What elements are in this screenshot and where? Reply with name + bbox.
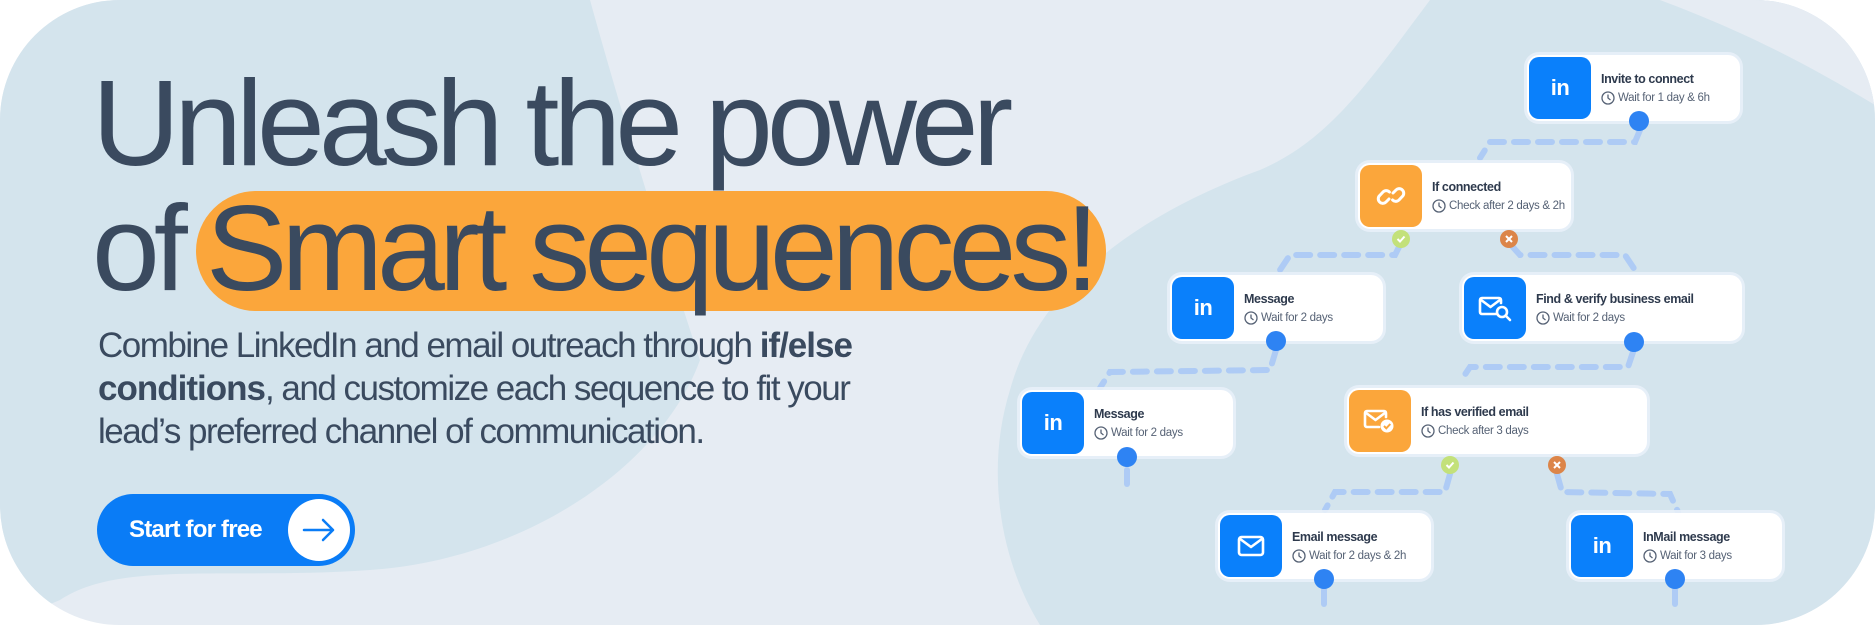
node-dot — [1266, 331, 1286, 351]
headline-line-1: Unleash the power — [92, 55, 1013, 191]
start-for-free-button[interactable]: Start for free — [97, 494, 355, 566]
email-search-tile — [1464, 277, 1526, 339]
step-title: Message — [1094, 406, 1145, 421]
linkedin-tile: in — [1022, 392, 1084, 454]
node-dot — [1624, 332, 1644, 352]
link-icon — [1376, 187, 1406, 205]
envelope-tile — [1220, 515, 1282, 577]
step-title: Email message — [1292, 529, 1378, 544]
step-card-if-connected[interactable]: If connected Check after 2 days & 2h — [1358, 163, 1571, 229]
subheadline-bold-2: conditions — [98, 369, 266, 408]
clock-icon — [1536, 310, 1550, 325]
step-title: Find & verify business email — [1536, 291, 1694, 306]
subheadline-bold-1: if/else — [759, 326, 853, 365]
step-subtitle: Check after 3 days — [1438, 424, 1529, 437]
x-icon — [1505, 235, 1513, 243]
linkedin-tile: in — [1571, 515, 1633, 577]
step-subtitle: Check after 2 days & 2h — [1449, 199, 1565, 212]
clock-icon — [1094, 425, 1108, 440]
step-card-find-verify-email[interactable]: Find & verify business email Wait for 2 … — [1462, 275, 1742, 341]
clock-icon — [1292, 548, 1306, 563]
cta-label: Start for free — [129, 516, 263, 543]
email-search-icon — [1478, 296, 1512, 322]
linkedin-tile: in — [1529, 57, 1591, 119]
condition-tile — [1360, 165, 1422, 227]
step-title: InMail message — [1643, 529, 1730, 544]
linkedin-icon: in — [1193, 295, 1213, 320]
no-branch-badge — [1500, 230, 1518, 248]
no-branch-badge — [1548, 456, 1566, 474]
yes-branch-badge — [1441, 456, 1459, 474]
node-dot — [1117, 447, 1137, 467]
step-subtitle: Wait for 2 days — [1261, 311, 1333, 324]
step-subtitle: Wait for 2 days — [1553, 311, 1625, 324]
x-icon — [1553, 461, 1561, 469]
clock-icon — [1432, 198, 1446, 213]
linkedin-icon: in — [1592, 533, 1612, 558]
cta-arrow-circle — [288, 499, 350, 561]
clock-icon — [1601, 90, 1615, 105]
arrow-right-icon — [302, 518, 335, 542]
step-subtitle: Wait for 1 day & 6h — [1618, 91, 1710, 104]
check-icon — [1396, 235, 1406, 243]
linkedin-icon: in — [1043, 410, 1063, 435]
node-dot — [1629, 111, 1649, 131]
clock-icon — [1421, 423, 1435, 438]
linkedin-tile: in — [1172, 277, 1234, 339]
node-dot — [1314, 569, 1334, 589]
yes-branch-badge — [1392, 230, 1410, 248]
step-subtitle: Wait for 3 days — [1660, 549, 1732, 562]
clock-icon — [1643, 548, 1657, 563]
step-title: Message — [1244, 291, 1295, 306]
subheadline: Combine LinkedIn and email outreach thro… — [98, 324, 918, 453]
node-dot — [1665, 569, 1685, 589]
step-title: Invite to connect — [1601, 71, 1694, 86]
email-verified-icon — [1363, 409, 1394, 433]
linkedin-icon: in — [1550, 75, 1570, 100]
headline-line-2-prefix: of — [92, 180, 188, 316]
step-title: If connected — [1432, 179, 1501, 194]
subheadline-part-1: Combine LinkedIn and email outreach thro… — [98, 326, 760, 365]
check-icon — [1445, 461, 1455, 469]
step-subtitle: Wait for 2 days & 2h — [1309, 549, 1407, 562]
promo-banner: Unleash the power of Smart sequences! Co… — [0, 0, 1875, 625]
step-card-if-verified-email[interactable]: If has verified email Check after 3 days — [1347, 388, 1647, 454]
condition-tile — [1349, 390, 1411, 452]
step-title: If has verified email — [1421, 404, 1529, 419]
headline-line-2-highlight: Smart sequences! — [206, 180, 1099, 316]
clock-icon — [1244, 310, 1258, 325]
envelope-icon — [1237, 535, 1265, 557]
step-subtitle: Wait for 2 days — [1111, 426, 1183, 439]
